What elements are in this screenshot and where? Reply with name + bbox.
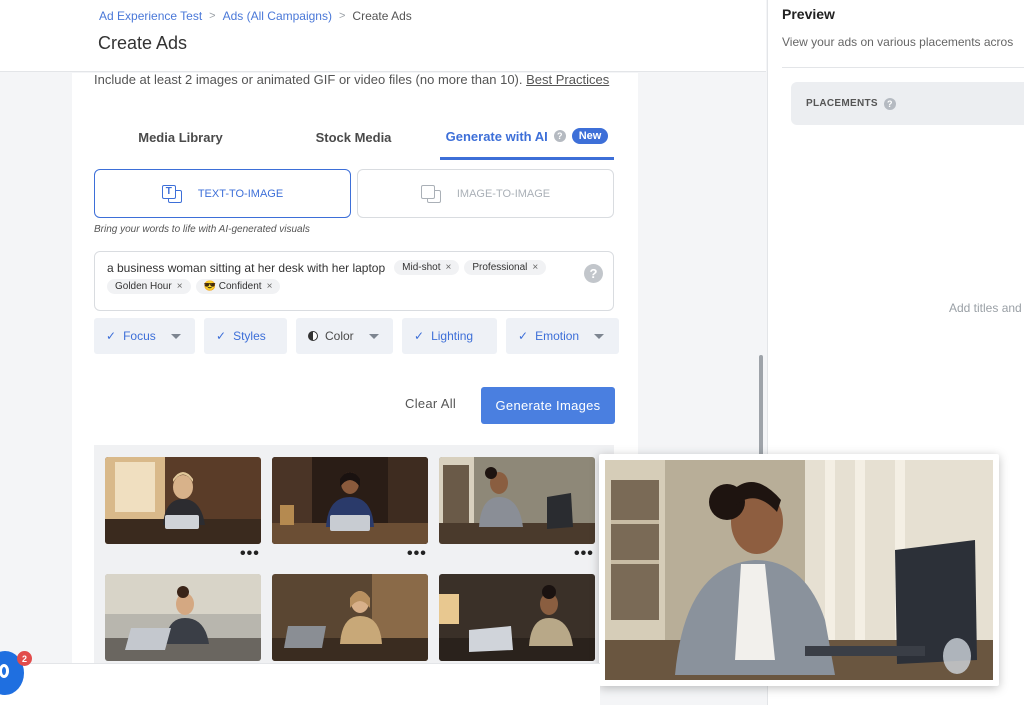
new-badge: New xyxy=(571,128,609,144)
check-icon: ✓ xyxy=(414,329,425,343)
close-icon[interactable]: × xyxy=(177,281,183,292)
check-icon: ✓ xyxy=(106,329,117,343)
upload-hint-text: Include at least 2 images or animated GI… xyxy=(94,72,523,87)
check-icon: ✓ xyxy=(216,329,227,343)
generate-images-button[interactable]: Generate Images xyxy=(481,387,615,424)
caret-down-icon xyxy=(368,333,379,339)
prompt-chip[interactable]: Golden Hour × xyxy=(107,279,191,294)
scrollbar[interactable] xyxy=(759,355,763,459)
question-icon[interactable]: ? xyxy=(553,130,566,142)
question-icon[interactable]: ? xyxy=(883,97,896,110)
filter-lighting[interactable]: ✓ Lighting xyxy=(402,318,497,354)
prompt-chip[interactable]: Mid-shot × xyxy=(394,260,460,275)
check-icon: ✓ xyxy=(518,329,529,343)
generated-image-thumbnail[interactable] xyxy=(272,457,428,544)
upload-hint: Include at least 2 images or animated GI… xyxy=(94,72,609,87)
filter-label: Styles xyxy=(233,329,266,343)
filter-label: Emotion xyxy=(535,329,580,343)
filter-emotion[interactable]: ✓ Emotion xyxy=(506,318,619,354)
filter-label: Lighting xyxy=(431,329,474,343)
contrast-icon xyxy=(308,331,318,341)
image-hover-preview xyxy=(599,454,999,686)
page-header: Ad Experience Test > Ads (All Campaigns)… xyxy=(0,0,766,72)
breadcrumb: Ad Experience Test > Ads (All Campaigns)… xyxy=(99,9,412,23)
notification-badge: 2 xyxy=(17,651,32,666)
prompt-input[interactable]: a business woman sitting at her desk wit… xyxy=(94,251,614,311)
prompt-chip[interactable]: 😎 Confident × xyxy=(195,279,281,294)
tab-media-library[interactable]: Media Library xyxy=(94,115,267,160)
preview-subtitle: View your ads on various placements acro… xyxy=(782,35,1014,49)
caret-down-icon xyxy=(594,333,605,339)
filter-label: Focus xyxy=(123,329,156,343)
generated-images-gallery: ••• ••• ••• xyxy=(94,445,614,663)
chevron-right-icon: > xyxy=(209,10,216,22)
generated-image-thumbnail[interactable] xyxy=(105,457,261,544)
prompt-text: a business woman sitting at her desk wit… xyxy=(107,260,386,275)
tab-generate-with-ai[interactable]: Generate with AI ? New xyxy=(440,115,614,160)
prompt-filters: ✓ Focus ✓ Styles Color ✓ Lighting ✓ Emot… xyxy=(94,318,619,354)
placements-dropdown[interactable]: PLACEMENTS ? xyxy=(791,82,1024,125)
chip-label: Golden Hour xyxy=(115,281,172,292)
breadcrumb-ad-experience-test[interactable]: Ad Experience Test xyxy=(99,9,202,23)
more-options-icon[interactable]: ••• xyxy=(407,545,427,563)
filter-styles[interactable]: ✓ Styles xyxy=(204,318,287,354)
generated-image-thumbnail[interactable] xyxy=(105,574,261,661)
preview-empty-text: Add titles and xyxy=(949,301,1022,315)
preview-title: Preview xyxy=(782,6,835,22)
bottom-bar xyxy=(0,663,600,705)
breadcrumb-ads-all-campaigns[interactable]: Ads (All Campaigns) xyxy=(223,9,332,23)
text-image-icon: T xyxy=(161,184,182,203)
caret-down-icon xyxy=(170,333,181,339)
help-icon[interactable]: ? xyxy=(584,264,603,283)
close-icon[interactable]: × xyxy=(267,281,273,292)
image-to-image-label: IMAGE-TO-IMAGE xyxy=(456,187,551,200)
generated-image-thumbnail[interactable] xyxy=(272,574,428,661)
chip-label: Professional xyxy=(472,262,528,273)
more-options-icon[interactable]: ••• xyxy=(240,545,260,563)
media-source-tabs: Media Library Stock Media Generate with … xyxy=(94,115,614,160)
generated-image-thumbnail[interactable] xyxy=(439,574,595,661)
chip-label: Mid-shot xyxy=(402,262,441,273)
text-to-image-button[interactable]: T TEXT-TO-IMAGE xyxy=(94,169,351,218)
clear-all-button[interactable]: Clear All xyxy=(405,396,456,411)
tab-generate-with-ai-label: Generate with AI xyxy=(445,128,548,144)
filter-focus[interactable]: ✓ Focus xyxy=(94,318,195,354)
divider xyxy=(782,67,1024,68)
best-practices-link[interactable]: Best Practices xyxy=(526,72,609,87)
tab-stock-media[interactable]: Stock Media xyxy=(267,115,440,160)
filter-label: Color xyxy=(325,329,354,343)
enlarged-generated-image xyxy=(605,460,993,680)
chevron-right-icon: > xyxy=(338,10,346,22)
close-icon[interactable]: × xyxy=(446,262,452,273)
placements-label: PLACEMENTS xyxy=(806,98,878,109)
breadcrumb-current: Create Ads xyxy=(352,9,412,23)
more-options-icon[interactable]: ••• xyxy=(574,545,594,563)
prompt-chip[interactable]: Professional × xyxy=(464,260,547,275)
close-icon[interactable]: × xyxy=(532,262,538,273)
text-to-image-label: TEXT-TO-IMAGE xyxy=(197,187,284,200)
generated-image-thumbnail[interactable] xyxy=(439,457,595,544)
mode-caption: Bring your words to life with AI-generat… xyxy=(94,224,310,235)
chip-label: 😎 Confident xyxy=(203,281,262,292)
filter-color[interactable]: Color xyxy=(296,318,393,354)
create-ads-card: Include at least 2 images or animated GI… xyxy=(72,72,638,663)
image-to-image-button[interactable]: IMAGE-TO-IMAGE xyxy=(357,169,614,218)
page-title: Create Ads xyxy=(98,33,188,53)
image-image-icon xyxy=(420,184,441,203)
